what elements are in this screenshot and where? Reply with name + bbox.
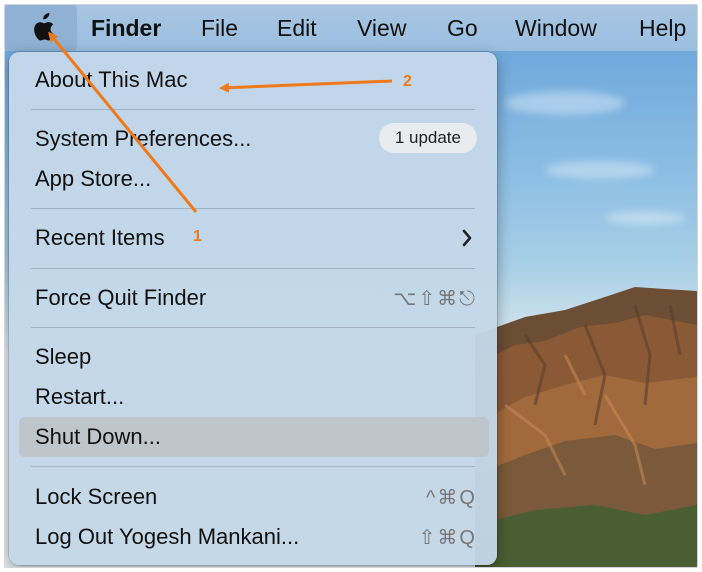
menu-item-label: App Store... [35,166,152,191]
menu-item-label: Shut Down... [35,424,161,449]
annotation-step-2: 2 [403,73,412,90]
menu-item-lock-screen[interactable]: Lock Screen ^⌘Q [19,477,489,517]
menu-separator [31,327,475,328]
menu-item-about-this-mac[interactable]: About This Mac [19,60,489,100]
keyboard-shortcut: ⌥⇧⌘⎋ [393,288,477,310]
menu-item-label: About This Mac [35,67,188,92]
menubar-edit[interactable]: Edit [277,15,317,42]
menu-item-label: System Preferences... [35,126,252,151]
menubar-help[interactable]: Help [639,15,686,42]
keyboard-shortcut: ^⌘Q [426,487,477,509]
menu-separator [31,268,475,269]
menu-item-label: Restart... [35,384,125,409]
screenshot-frame: Finder File Edit View Go Window Help Abo… [4,4,698,568]
menu-item-recent-items[interactable]: Recent Items [19,218,489,258]
menubar-finder[interactable]: Finder [91,15,161,42]
menu-item-label: Sleep [35,344,92,369]
menubar-file[interactable]: File [201,15,238,42]
chevron-right-icon [462,229,472,247]
menu-item-log-out[interactable]: Log Out Yogesh Mankani... ⇧⌘Q [19,517,489,557]
apple-menu-button[interactable] [5,5,77,51]
menu-separator [31,466,475,467]
menu-bar: Finder File Edit View Go Window Help [5,5,697,51]
menubar-window[interactable]: Window [515,15,597,42]
menu-item-app-store[interactable]: App Store... [19,159,489,199]
keyboard-shortcut: ⇧⌘Q [418,527,477,549]
menu-item-label: Lock Screen [35,484,158,509]
menu-item-label: Recent Items [35,225,165,250]
menu-separator [31,208,475,209]
menubar-view[interactable]: View [357,15,406,42]
menu-separator [31,109,475,110]
menu-item-force-quit[interactable]: Force Quit Finder ⌥⇧⌘⎋ [19,278,489,318]
menu-item-shut-down[interactable]: Shut Down... [19,417,489,457]
annotation-step-1: 1 [193,228,202,245]
menu-item-sleep[interactable]: Sleep [19,337,489,377]
menu-item-system-preferences[interactable]: System Preferences... 1 update [19,119,489,159]
apple-dropdown-menu: About This Mac System Preferences... 1 u… [9,52,497,565]
menu-item-label: Force Quit Finder [35,285,207,310]
menu-item-label: Log Out Yogesh Mankani... [35,524,300,549]
apple-logo-icon [34,13,54,41]
update-badge: 1 update [378,123,477,153]
menubar-go[interactable]: Go [447,15,478,42]
menu-item-restart[interactable]: Restart... [19,377,489,417]
